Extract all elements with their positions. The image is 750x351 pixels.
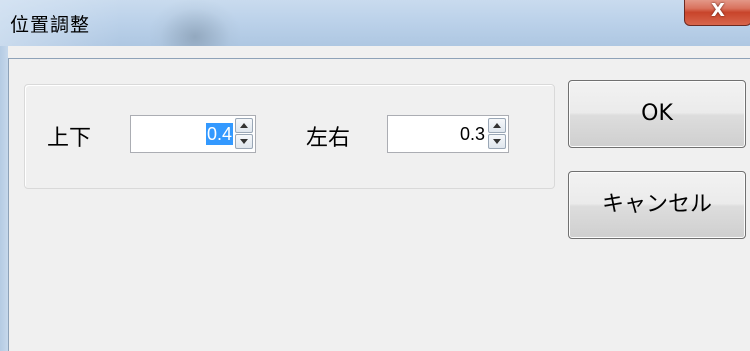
horizontal-spin-down-button[interactable] [488,134,506,149]
cancel-button[interactable]: キャンセル [568,171,746,239]
vertical-spinbox[interactable]: 0.4 [130,115,256,153]
dialog-window: 位置調整 X 上下 0.4 左右 0.3 OK キャンセル [0,0,750,351]
spin-down-arrow-icon [240,139,248,144]
spin-up-arrow-icon [240,123,248,128]
position-group-box: 上下 0.4 左右 0.3 [24,84,555,189]
vertical-label: 上下 [47,126,92,151]
window-frame-left [0,46,8,351]
horizontal-value[interactable]: 0.3 [459,123,486,145]
vertical-spin-down-button[interactable] [235,134,253,149]
horizontal-spin-buttons [488,118,506,150]
window-title: 位置調整 [10,14,91,36]
close-button[interactable]: X [684,0,750,26]
close-icon: X [711,0,725,21]
spin-down-arrow-icon [493,139,501,144]
vertical-spin-buttons [235,118,253,150]
title-bar[interactable]: 位置調整 X [0,0,750,46]
title-bar-shade [150,0,240,46]
horizontal-spinbox[interactable]: 0.3 [387,115,509,153]
horizontal-spin-up-button[interactable] [488,118,506,133]
vertical-spin-up-button[interactable] [235,118,253,133]
spin-up-arrow-icon [493,123,501,128]
horizontal-label: 左右 [306,126,351,151]
vertical-value[interactable]: 0.4 [205,123,233,145]
dialog-client-area: 上下 0.4 左右 0.3 OK キャンセル [8,58,750,351]
ok-button[interactable]: OK [568,80,746,148]
